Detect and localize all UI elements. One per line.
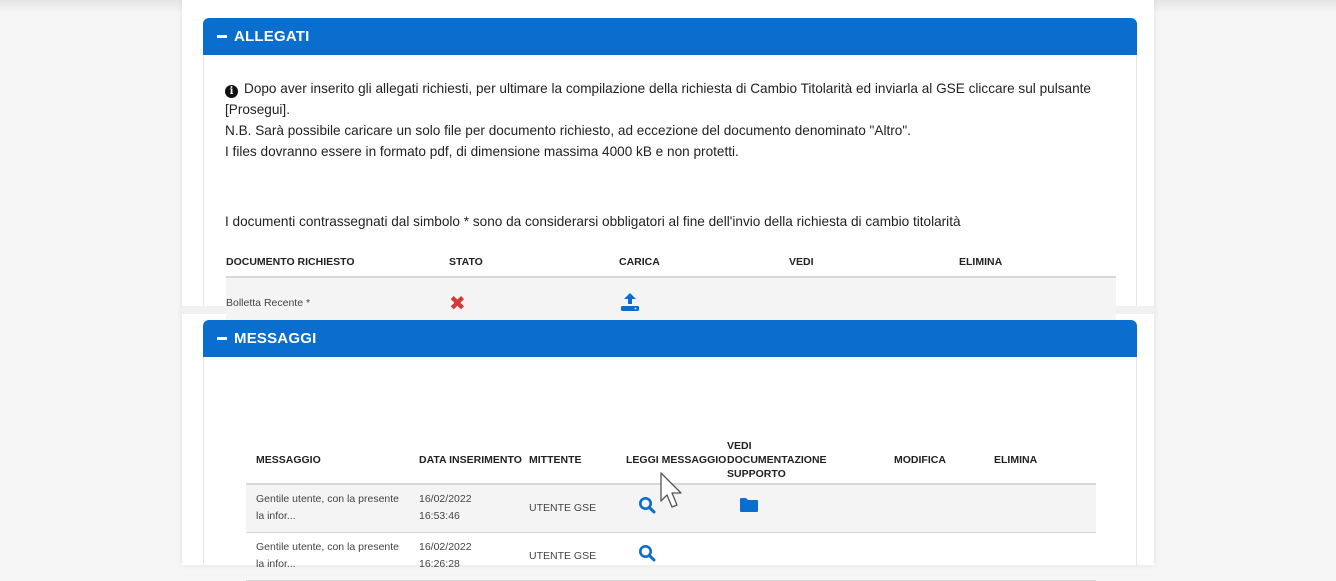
info-icon: i <box>225 85 238 98</box>
data-cell: 16/02/2022 16:26:28 <box>419 532 529 580</box>
mandatory-note: I documenti contrassegnati dal simbolo *… <box>225 214 961 229</box>
allegati-section: ALLEGATI i Dopo aver inserito gli allegat… <box>203 18 1137 329</box>
upload-icon[interactable] <box>619 292 641 312</box>
table-row: Gentile utente, con la presente la infor… <box>246 484 1096 532</box>
messaggi-section: MESSAGGI MESSAGGIO DATA INSERIMENTO MITT… <box>203 320 1137 580</box>
allegati-body: i Dopo aver inserito gli allegati richies… <box>203 55 1137 329</box>
vedi-doc-cell <box>727 484 894 532</box>
col-messaggio: MESSAGGIO <box>256 453 321 466</box>
mittente-cell: UTENTE GSE <box>529 501 597 514</box>
table-row: Gentile utente, con la presente la infor… <box>246 532 1096 580</box>
messaggio-cell: Gentile utente, con la presente la infor… <box>256 493 400 523</box>
info-line-4: I files dovranno essere in formato pdf, … <box>225 144 739 159</box>
elimina-cell <box>994 532 1096 580</box>
table-header-row: MESSAGGIO DATA INSERIMENTO MITTENTE LEGG… <box>246 436 1096 484</box>
allegati-header[interactable]: ALLEGATI <box>203 18 1137 55</box>
documents-table: DOCUMENTO RICHIESTO STATO CARICA VEDI EL… <box>226 247 1116 330</box>
leggi-cell <box>626 484 727 532</box>
x-mark-icon: ✖ <box>449 291 466 316</box>
messaggi-title: MESSAGGI <box>234 330 317 347</box>
col-carica: CARICA <box>619 255 660 268</box>
col-vedi-documentazione: VEDI DOCUMENTAZIONE SUPPORTO <box>727 439 827 480</box>
col-leggi-messaggio: LEGGI MESSAGGIO <box>626 453 727 466</box>
vedi-doc-cell <box>727 532 894 580</box>
data-time: 16:53:46 <box>419 510 460 523</box>
messages-table: MESSAGGIO DATA INSERIMENTO MITTENTE LEGG… <box>246 436 1096 581</box>
messaggi-header[interactable]: MESSAGGI <box>203 320 1137 357</box>
messaggio-cell: Gentile utente, con la presente la infor… <box>256 541 400 570</box>
data-cell: 16/02/2022 16:53:46 <box>419 484 529 532</box>
col-vedi: VEDI <box>789 255 814 268</box>
data-date: 16/02/2022 <box>419 541 472 553</box>
allegati-title: ALLEGATI <box>234 28 310 45</box>
info-line-1: Dopo aver inserito gli allegati richiest… <box>244 81 1091 96</box>
messaggi-body: MESSAGGIO DATA INSERIMENTO MITTENTE LEGG… <box>203 357 1137 580</box>
table-header-row: DOCUMENTO RICHIESTO STATO CARICA VEDI EL… <box>226 247 1116 277</box>
search-icon[interactable] <box>638 544 656 562</box>
data-date: 16/02/2022 <box>419 493 472 506</box>
info-line-3: N.B. Sarà possibile caricare un solo fil… <box>225 123 911 138</box>
collapse-minus-icon <box>217 35 227 38</box>
elimina-cell <box>994 484 1096 532</box>
collapse-minus-icon <box>217 337 227 340</box>
folder-icon[interactable] <box>739 497 759 513</box>
col-data-inserimento: DATA INSERIMENTO <box>419 453 522 466</box>
col-elimina: ELIMINA <box>959 255 1003 268</box>
leggi-cell <box>626 532 727 580</box>
search-icon[interactable] <box>638 496 656 514</box>
modifica-cell <box>894 484 994 532</box>
mittente-cell: UTENTE GSE <box>529 549 597 562</box>
col-stato: STATO <box>449 255 483 268</box>
col-elimina: ELIMINA <box>994 453 1038 466</box>
info-line-2: [Prosegui]. <box>225 102 290 117</box>
col-mittente: MITTENTE <box>529 453 582 466</box>
col-modifica: MODIFICA <box>894 453 946 466</box>
allegati-info: i Dopo aver inserito gli allegati richies… <box>225 78 1105 162</box>
col-documento-richiesto: DOCUMENTO RICHIESTO <box>226 255 355 268</box>
modifica-cell <box>894 532 994 580</box>
